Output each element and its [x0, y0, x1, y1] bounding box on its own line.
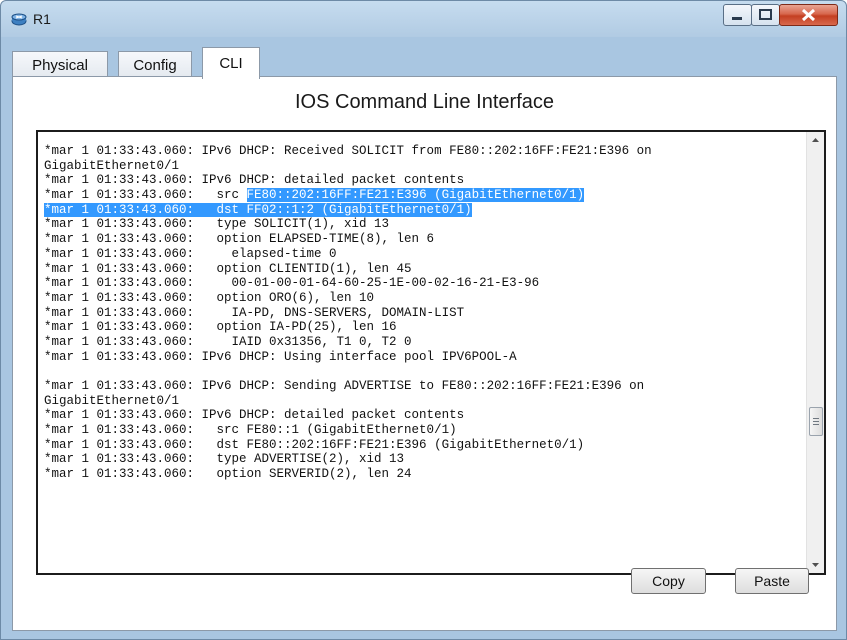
console-line: *mar 1 01:33:43.060: src FE80::202:16FF:… — [44, 188, 800, 203]
tab-physical[interactable]: Physical — [12, 51, 108, 78]
console-line: *mar 1 01:33:43.060: option CLIENTID(1),… — [44, 261, 412, 276]
scroll-down-icon[interactable] — [807, 556, 824, 573]
console-line: *mar 1 01:33:43.060: elapsed-time 0 — [44, 246, 337, 261]
console-line: *mar 1 01:33:43.060: option IA-PD(25), l… — [44, 320, 397, 335]
console-line: *mar 1 01:33:43.060: IPv6 DHCP: detailed… — [44, 408, 465, 423]
console-line: *mar 1 01:33:43.060: IPv6 DHCP: Sending … — [44, 379, 645, 393]
console-line: *mar 1 01:33:43.060: IPv6 DHCP: detailed… — [44, 173, 465, 188]
app-window: R1 Physical Config CLI IOS Command Line … — [0, 0, 847, 640]
console-line: *mar 1 01:33:43.060: type ADVERTISE(2), … — [44, 452, 405, 467]
minimize-button[interactable] — [723, 4, 752, 26]
selected-text: FE80::202:16FF:FE21:E396 (GigabitEtherne… — [246, 188, 585, 203]
cli-panel: IOS Command Line Interface *mar 1 01:33:… — [12, 76, 837, 631]
console-line: *mar 1 01:33:43.060: IPv6 DHCP: Using in… — [44, 349, 517, 364]
console-output[interactable]: *mar 1 01:33:43.060: IPv6 DHCP: Received… — [44, 144, 800, 571]
paste-button[interactable]: Paste — [735, 568, 809, 594]
console-line: *mar 1 01:33:43.060: dst FE80::202:16FF:… — [44, 437, 585, 452]
cli-console[interactable]: *mar 1 01:33:43.060: IPv6 DHCP: Received… — [36, 130, 826, 575]
console-line: *mar 1 01:33:43.060: IPv6 DHCP: Received… — [44, 144, 652, 158]
console-line-text: *mar 1 01:33:43.060: src — [44, 188, 247, 203]
selected-text: *mar 1 01:33:43.060: dst FF02::1:2 (Giga… — [44, 202, 472, 217]
console-scrollbar[interactable] — [806, 132, 824, 573]
maximize-icon — [759, 9, 772, 20]
console-line: *mar 1 01:33:43.060: type SOLICIT(1), xi… — [44, 217, 390, 232]
grip-icon — [813, 418, 819, 425]
close-button[interactable] — [779, 4, 838, 26]
console-line: *mar 1 01:33:43.060: option ORO(6), len … — [44, 290, 375, 305]
console-line: *mar 1 01:33:43.060: 00-01-00-01-64-60-2… — [44, 276, 540, 291]
maximize-button[interactable] — [751, 4, 780, 26]
tab-cli[interactable]: CLI — [202, 47, 260, 79]
console-line: GigabitEthernet0/1 — [44, 158, 180, 173]
scroll-up-icon[interactable] — [807, 132, 824, 149]
console-line: *mar 1 01:33:43.060: IA-PD, DNS-SERVERS,… — [44, 305, 465, 320]
title-bar[interactable]: R1 — [1, 1, 846, 37]
page-title: IOS Command Line Interface — [294, 91, 554, 113]
console-line: GigabitEthernet0/1 — [44, 393, 180, 408]
copy-button[interactable]: Copy — [631, 568, 706, 594]
console-line: *mar 1 01:33:43.060: dst FF02::1:2 (Giga… — [44, 202, 800, 218]
tab-config[interactable]: Config — [118, 51, 192, 78]
close-icon — [801, 8, 816, 22]
scrollbar-thumb[interactable] — [809, 407, 823, 436]
window-title: R1 — [33, 11, 51, 27]
console-line: *mar 1 01:33:43.060: option ELAPSED-TIME… — [44, 232, 435, 247]
console-line: *mar 1 01:33:43.060: src FE80::1 (Gigabi… — [44, 423, 457, 438]
minimize-icon — [732, 17, 742, 20]
console-line: *mar 1 01:33:43.060: option SERVERID(2),… — [44, 467, 412, 482]
console-line: *mar 1 01:33:43.060: IAID 0x31356, T1 0,… — [44, 334, 412, 349]
tab-bar: Physical Config CLI — [12, 47, 836, 79]
router-icon — [11, 13, 27, 26]
